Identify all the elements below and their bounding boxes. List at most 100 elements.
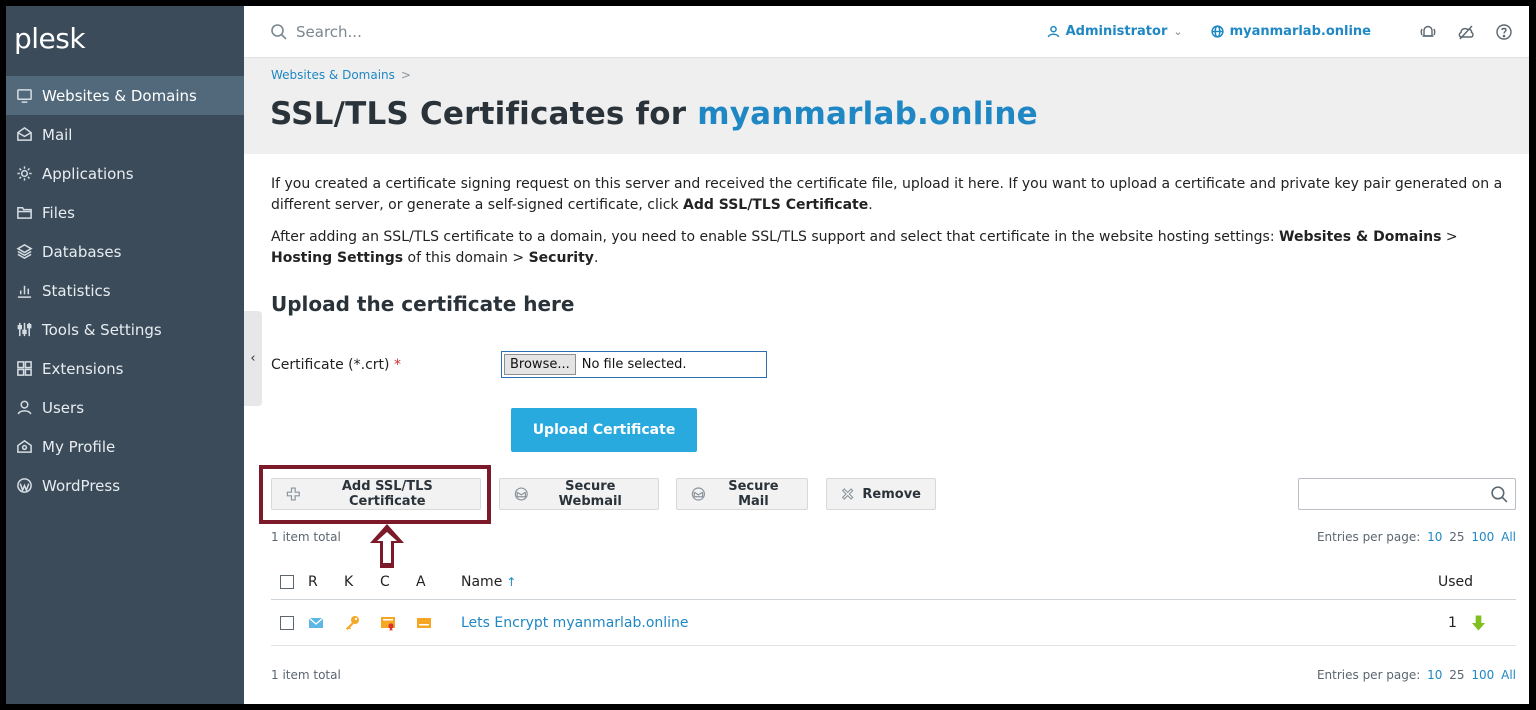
per-page-option[interactable]: All xyxy=(1501,530,1516,544)
per-page-option[interactable]: All xyxy=(1501,668,1516,682)
per-page-option[interactable]: 10 xyxy=(1427,668,1442,682)
key-icon xyxy=(346,615,359,630)
plesk-logo[interactable]: plesk xyxy=(6,6,244,70)
remove-icon xyxy=(841,488,854,500)
per-page-label: Entries per page: xyxy=(1316,668,1421,682)
upload-certificate-button[interactable]: Upload Certificate xyxy=(511,408,697,452)
page-title: SSL/TLS Certificates for myanmarlab.onli… xyxy=(270,96,1038,132)
sidebar-item-applications[interactable]: Applications xyxy=(6,154,244,193)
notifications-icon[interactable] xyxy=(1419,23,1437,41)
help-icon[interactable] xyxy=(1495,23,1513,41)
main-content: If you created a certificate signing req… xyxy=(271,154,1516,452)
items-total: 1 item total xyxy=(271,668,341,682)
remove-button[interactable]: Remove xyxy=(826,478,936,510)
sidebar-item-my-profile[interactable]: My Profile xyxy=(6,427,244,466)
user-icon xyxy=(1047,25,1059,38)
per-page-option[interactable]: 25 xyxy=(1449,668,1464,682)
download-arrow-icon[interactable] xyxy=(1471,614,1486,632)
secure-webmail-button[interactable]: Secure Webmail xyxy=(499,478,659,510)
items-total: 1 item total xyxy=(271,530,341,544)
wordpress-icon xyxy=(14,476,34,496)
sidebar-item-tools-settings[interactable]: Tools & Settings xyxy=(6,310,244,349)
intro-end: . xyxy=(868,197,873,213)
sidebar-item-label: Statistics xyxy=(42,281,111,300)
search-icon xyxy=(1491,486,1508,503)
per-page-option[interactable]: 100 xyxy=(1471,668,1494,682)
intro-text: After adding an SSL/TLS certificate to a… xyxy=(271,229,1280,245)
column-header-k[interactable]: K xyxy=(344,574,380,590)
sidebar-item-users[interactable]: Users xyxy=(6,388,244,427)
k-cell xyxy=(344,615,380,631)
table-row: Lets Encrypt myanmarlab.online 1 xyxy=(271,600,1516,646)
sidebar-item-label: Tools & Settings xyxy=(42,320,162,339)
column-header-a[interactable]: A xyxy=(416,574,452,590)
secure-mail-icon xyxy=(691,487,706,501)
per-page-label: Entries per page: xyxy=(1316,530,1421,544)
intro-text: If you created a certificate signing req… xyxy=(271,176,1503,213)
sidebar-item-label: Mail xyxy=(42,125,73,144)
breadcrumb-link[interactable]: Websites & Domains xyxy=(271,68,395,82)
gear-icon xyxy=(14,164,34,184)
browse-button[interactable]: Browse... xyxy=(504,354,576,375)
certificate-name-link[interactable]: Lets Encrypt myanmarlab.online xyxy=(461,615,1438,631)
mail-icon xyxy=(14,125,34,145)
used-count: 1 xyxy=(1448,614,1457,631)
sidebar-item-label: Websites & Domains xyxy=(42,86,197,105)
sidebar-item-databases[interactable]: Databases xyxy=(6,232,244,271)
certificate-file-input[interactable]: Browse... No file selected. xyxy=(501,351,767,378)
global-search[interactable]: Search... xyxy=(270,23,362,41)
folder-icon xyxy=(14,203,34,223)
column-header-c[interactable]: C xyxy=(380,574,416,590)
list-meta-top: 1 item total Entries per page: 10 25 100… xyxy=(271,530,1516,544)
secure-mail-button[interactable]: Secure Mail xyxy=(676,478,808,510)
per-page-option[interactable]: 100 xyxy=(1471,530,1494,544)
secure-webmail-label: Secure Webmail xyxy=(558,479,622,509)
sidebar-item-mail[interactable]: Mail xyxy=(6,115,244,154)
chevron-left-icon: ‹ xyxy=(250,351,256,366)
per-page-option[interactable]: 25 xyxy=(1449,530,1464,544)
column-header-used[interactable]: Used xyxy=(1438,574,1516,590)
domain-name: myanmarlab.online xyxy=(1229,24,1371,39)
c-cell xyxy=(380,615,416,631)
database-icon xyxy=(14,242,34,262)
sidebar-item-label: Users xyxy=(42,398,85,417)
user-menu[interactable]: Administrator ⌄ xyxy=(1047,24,1183,39)
app-window: plesk Websites & Domains Mail Applicatio… xyxy=(6,6,1529,704)
intro-end: . xyxy=(593,250,599,266)
bar-chart-icon xyxy=(14,281,34,301)
per-page-option[interactable]: 10 xyxy=(1427,530,1442,544)
sort-ascending-icon: ↑ xyxy=(506,574,517,589)
monitor-icon xyxy=(14,86,34,106)
ca-certificate-icon xyxy=(417,617,431,628)
sidebar-nav: Websites & Domains Mail Applications Fil… xyxy=(6,76,244,505)
secure-webmail-icon xyxy=(514,487,528,501)
sidebar-item-label: Applications xyxy=(42,164,134,183)
column-header-r[interactable]: R xyxy=(308,574,344,590)
sidebar-item-statistics[interactable]: Statistics xyxy=(6,271,244,310)
select-all-checkbox[interactable] xyxy=(280,574,294,589)
page-header: Websites & Domains > SSL/TLS Certificates… xyxy=(244,58,1529,154)
intro-paragraph-2: After adding an SSL/TLS certificate to a… xyxy=(271,227,1516,269)
sidebar-collapse-handle[interactable]: ‹ xyxy=(244,311,262,406)
table-header: R K C A Name ↑ Used xyxy=(271,564,1516,600)
profile-icon xyxy=(14,437,34,457)
chevron-down-icon: ⌄ xyxy=(1173,25,1183,38)
sidebar-item-websites-domains[interactable]: Websites & Domains xyxy=(6,76,244,115)
r-cell xyxy=(308,616,344,630)
sidebar-item-label: Databases xyxy=(42,242,122,261)
column-header-name[interactable]: Name ↑ xyxy=(461,574,1438,590)
search-placeholder: Search... xyxy=(296,22,362,41)
sidebar-item-extensions[interactable]: Extensions xyxy=(6,349,244,388)
envelope-icon xyxy=(308,617,324,628)
intro-text: of this domain > xyxy=(403,250,529,266)
domain-link[interactable]: myanmarlab.online xyxy=(1210,24,1371,39)
cloud-off-icon[interactable] xyxy=(1457,23,1475,41)
user-name: Administrator xyxy=(1065,24,1168,39)
intro-bold: Hosting Settings xyxy=(271,250,404,266)
sidebar-item-wordpress[interactable]: WordPress xyxy=(6,466,244,505)
top-right-area: Administrator ⌄ myanmarlab.online xyxy=(1047,23,1513,41)
sidebar-item-files[interactable]: Files xyxy=(6,193,244,232)
list-search-input[interactable] xyxy=(1298,478,1516,510)
used-cell: 1 xyxy=(1438,614,1516,632)
row-checkbox[interactable] xyxy=(280,615,294,630)
